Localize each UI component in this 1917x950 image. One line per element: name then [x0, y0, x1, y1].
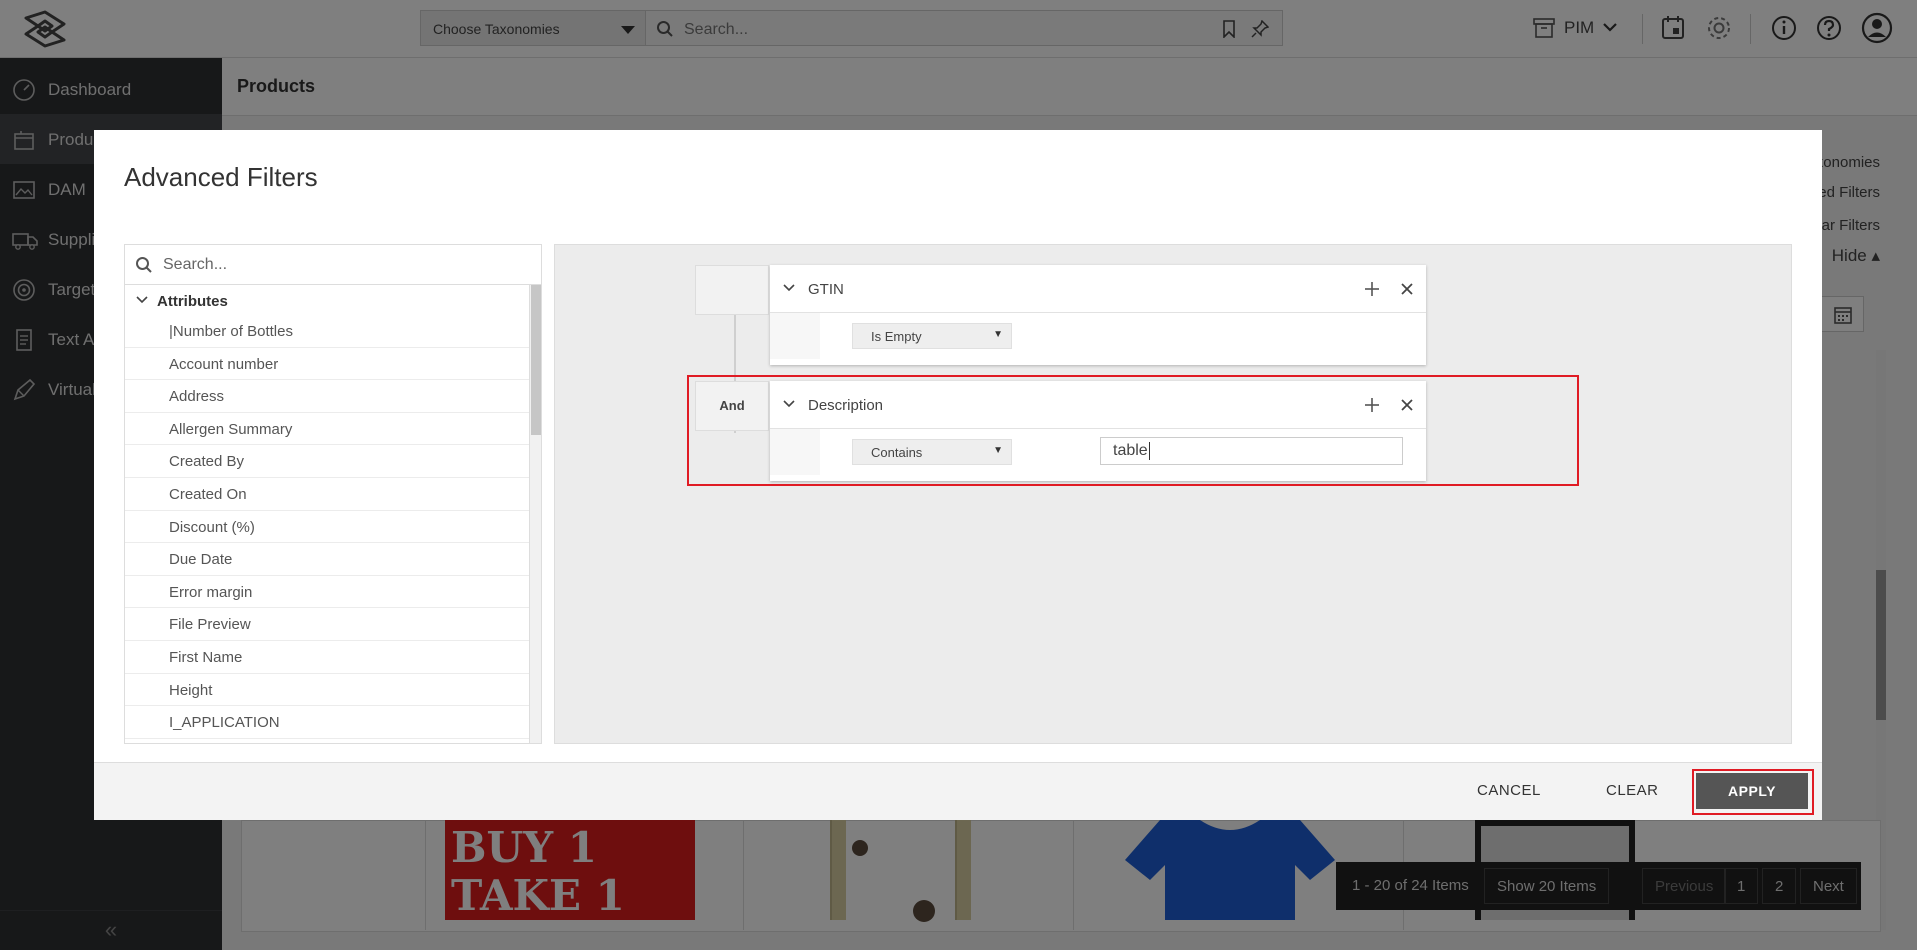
rule-operator-value: Is Empty [871, 329, 922, 344]
clear-button[interactable]: CLEAR [1606, 782, 1659, 799]
add-rule-icon[interactable] [1364, 281, 1380, 297]
attribute-label: Created By [169, 453, 245, 471]
dropdown-arrow-icon: ▼ [993, 329, 1003, 340]
attribute-list-item[interactable]: Height [125, 674, 530, 707]
attribute-label: First Name [169, 649, 243, 666]
attribute-list-item[interactable]: File Preview [125, 608, 530, 641]
attribute-label: Created On [169, 486, 247, 503]
attributes-group-label: Attributes [157, 293, 228, 310]
modal-footer [94, 762, 1822, 820]
chevron-down-icon[interactable] [782, 282, 796, 294]
attribute-search[interactable]: Search... [125, 245, 541, 285]
chevron-down-icon [136, 296, 148, 304]
remove-rule-icon[interactable] [1400, 282, 1414, 296]
filter-canvas: GTIN Is Empty ▼ And Description Contains… [554, 244, 1792, 744]
attribute-label: Height [169, 681, 213, 699]
attribute-list-item[interactable]: Address [125, 380, 530, 413]
rule-field-name: GTIN [808, 281, 844, 298]
attribute-list-item[interactable]: Account number [125, 348, 530, 381]
attribute-search-input[interactable]: Search... [163, 256, 227, 274]
attribute-list-item[interactable]: Created By [125, 445, 530, 478]
attribute-label: Account number [169, 355, 279, 373]
attribute-list-item[interactable]: Created On [125, 478, 530, 511]
rule-operator-select[interactable]: Is Empty ▼ [852, 323, 1012, 349]
highlight-box [687, 375, 1579, 486]
attribute-label: Allergen Summary [169, 420, 293, 438]
attribute-label: I_APPLICATION [169, 714, 280, 732]
attribute-label: Address [169, 388, 225, 406]
attribute-list-item[interactable]: I_APPLICATION [125, 706, 530, 739]
attribute-list-item[interactable]: Discount (%) [125, 511, 530, 544]
apply-button[interactable]: APPLY [1696, 773, 1808, 809]
cancel-button[interactable]: CANCEL [1477, 782, 1541, 799]
attributes-group-header[interactable]: Attributes [125, 289, 530, 313]
attribute-list-item[interactable]: Due Date [125, 543, 530, 576]
filter-rule-gtin: GTIN Is Empty ▼ [770, 265, 1426, 365]
attribute-list-item[interactable]: Allergen Summary [125, 413, 530, 446]
attribute-list-item[interactable]: |Number of Bottles [125, 315, 530, 348]
attribute-list-item[interactable]: Error margin [125, 576, 530, 609]
attribute-list-scrollbar-thumb[interactable] [531, 285, 541, 435]
attribute-label: |Number of Bottles [169, 323, 293, 340]
advanced-filters-modal: Advanced Filters Search... Attributes |N… [94, 130, 1822, 820]
attribute-label: File Preview [169, 616, 251, 634]
attribute-label: Discount (%) [169, 518, 255, 536]
modal-title: Advanced Filters [124, 162, 318, 192]
rule-connector-empty [695, 265, 769, 315]
search-icon [136, 257, 152, 273]
attribute-picker: Search... Attributes |Number of Bottles A… [124, 244, 542, 744]
rule-gutter [770, 313, 820, 359]
attribute-label: Due Date [169, 551, 233, 569]
rule-header: GTIN [770, 265, 1426, 313]
attribute-label: Error margin [169, 583, 253, 601]
attribute-list-scrollbar[interactable] [529, 285, 541, 743]
attribute-list-item[interactable]: First Name [125, 641, 530, 674]
